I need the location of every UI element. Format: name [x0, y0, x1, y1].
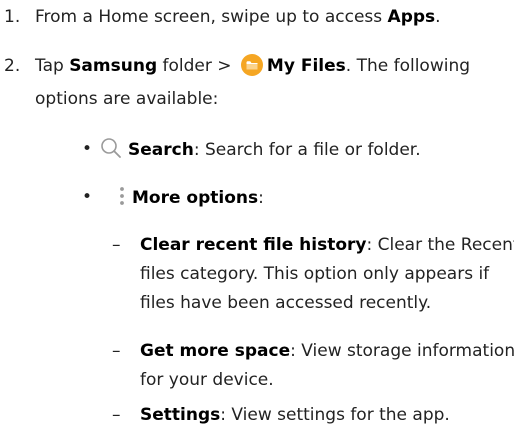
dash: – — [112, 405, 121, 425]
sub-option-settings-label: Settings — [140, 405, 221, 425]
option-search-description: : Search for a file or folder. — [193, 140, 421, 160]
sub-option-clear-desc-1: : Clear the Recent — [366, 235, 514, 255]
sub-option-space-line-1: Get more space: View storage information — [140, 339, 514, 363]
sub-option-settings-line-1: Settings: View settings for the app. — [140, 403, 450, 427]
sub-option-clear-line-1: Clear recent file history: Clear the Rec… — [140, 233, 514, 257]
step-2-text-b: folder > — [157, 56, 237, 76]
bullet: • — [82, 139, 93, 159]
sub-option-clear-line-3: files have been accessed recently. — [140, 293, 432, 313]
sub-option-space-line-2: for your device. — [140, 370, 274, 390]
sub-option-space-desc-1: : View storage information — [290, 341, 514, 361]
step-2-text-c: . The following — [345, 56, 471, 76]
step-2-number: 2. — [4, 56, 21, 76]
step-1-apps: Apps — [387, 7, 436, 27]
option-more-text: More options: — [118, 185, 264, 210]
search-icon — [100, 137, 122, 159]
dash: – — [112, 341, 121, 361]
step-1-text-a: From a Home screen, swipe up to access — [35, 7, 388, 27]
step-1-number: 1. — [4, 7, 21, 27]
option-search-label: Search — [128, 140, 194, 160]
sub-option-clear-line-2: files category. This option only appears… — [140, 264, 490, 284]
option-more-description: : — [258, 188, 264, 208]
option-search-text: Search: Search for a file or folder. — [100, 137, 421, 162]
sub-option-settings-desc-1: : View settings for the app. — [220, 405, 450, 425]
sub-option-space-label: Get more space — [140, 341, 291, 361]
step-2-my-files: My Files — [266, 56, 346, 76]
step-2-text-a: Tap — [35, 56, 70, 76]
dash: – — [112, 235, 121, 255]
more-options-icon — [118, 185, 126, 207]
step-2-line-2: options are available: — [35, 89, 219, 109]
step-2-line-1: Tap Samsung folder > My Files. The follo… — [35, 54, 470, 78]
folder-icon — [240, 54, 263, 76]
sub-option-clear-label: Clear recent file history — [140, 235, 367, 255]
step-1-text-b: . — [435, 7, 441, 27]
option-more-label: More options — [132, 188, 259, 208]
bullet: • — [82, 187, 93, 207]
step-2-samsung: Samsung — [69, 56, 158, 76]
step-1-text: From a Home screen, swipe up to access A… — [35, 5, 441, 29]
